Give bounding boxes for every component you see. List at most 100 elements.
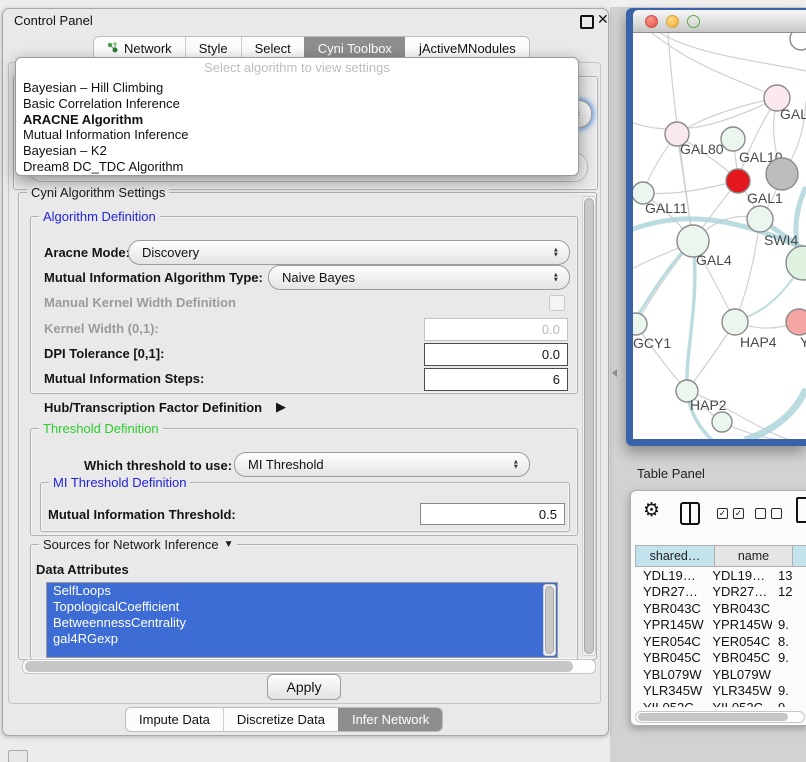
tab-discretize-data[interactable]: Discretize Data (223, 708, 338, 731)
dpi-tolerance-field[interactable]: 0.0 (424, 343, 568, 366)
dpi-tolerance-label: DPI Tolerance [0,1]: (44, 346, 164, 361)
table-cell: YBR045C (704, 650, 772, 667)
table-cell: 8. (772, 633, 806, 650)
network-edge (745, 389, 806, 439)
mi-algorithm-type-combo[interactable]: Naive Bayes▲▼ (268, 265, 570, 290)
attribute-list-item[interactable]: BetweennessCentrality (47, 615, 557, 631)
table-row[interactable]: YLR345WYLR345W9. (635, 683, 806, 700)
kernel-width-label: Kernel Width (0,1): (44, 321, 159, 336)
network-node-label: Y (800, 334, 806, 350)
settings-vertical-scrollbar[interactable] (582, 196, 596, 656)
network-node[interactable] (712, 412, 732, 432)
network-window-titlebar[interactable] (633, 10, 806, 33)
network-canvas[interactable]: GALGAL80GAL10GAL1GAL11SWI4GAL4GCY1HAP4YH… (633, 33, 806, 439)
table-panel-title: Table Panel (637, 466, 705, 481)
network-edge (735, 219, 760, 322)
attributes-vertical-scrollbar[interactable] (543, 584, 556, 656)
export-table-icon[interactable] (796, 497, 806, 523)
collapsed-panel-button[interactable] (8, 750, 28, 762)
table-column-header[interactable]: A (793, 545, 806, 567)
mi-algorithm-type-label: Mutual Information Algorithm Type: (44, 270, 263, 285)
table-row[interactable]: YBL079WYBL079W (635, 666, 806, 683)
close-traffic-light-icon[interactable] (645, 15, 658, 28)
table-cell: 9. (772, 699, 806, 707)
network-node-label: SWI4 (764, 232, 798, 248)
mi-threshold-field[interactable]: 0.5 (420, 503, 565, 525)
which-threshold-label: Which threshold to use: (84, 458, 232, 473)
table-cell: 12 (772, 584, 806, 601)
table-horizontal-scrollbar[interactable] (635, 711, 805, 723)
dropdown-item[interactable]: Mutual Information Inference (16, 127, 578, 143)
table-row[interactable]: YIL052CYIL052C9. (635, 699, 806, 707)
network-view-window: GALGAL80GAL10GAL1GAL11SWI4GAL4GCY1HAP4YH… (626, 8, 806, 446)
desktop: GALGAL80GAL10GAL1GAL11SWI4GAL4GCY1HAP4YH… (0, 0, 806, 762)
table-row[interactable]: YER054CYER054C8. (635, 633, 806, 650)
select-all-checkboxes-icon[interactable]: ✓✓ (717, 508, 744, 519)
network-node-gal10[interactable] (721, 127, 745, 151)
control-panel-title: Control Panel (14, 13, 93, 28)
collapse-arrow-icon[interactable]: ▼ (224, 537, 234, 552)
column-layout-icon[interactable] (680, 502, 700, 525)
table-cell (772, 600, 806, 617)
float-window-icon[interactable] (580, 15, 594, 29)
aracne-mode-combo[interactable]: Discovery▲▼ (128, 240, 570, 265)
cyni-bottom-tabbar: Impute DataDiscretize DataInfer Network (125, 707, 443, 732)
mi-steps-label: Mutual Information Steps: (44, 371, 204, 386)
network-node[interactable] (786, 246, 806, 280)
attribute-list-item[interactable]: SelfLoops (47, 583, 557, 599)
mi-steps-field[interactable]: 6 (424, 368, 568, 391)
dropdown-item[interactable]: Dream8 DC_TDC Algorithm (16, 159, 578, 175)
network-edge (660, 33, 806, 71)
network-node[interactable] (766, 158, 798, 190)
table-cell: YBR043C (704, 600, 772, 617)
table-cell: YBR043C (635, 600, 704, 617)
zoom-traffic-light-icon[interactable] (687, 15, 700, 28)
aracne-mode-label: Aracne Mode: (44, 245, 130, 260)
manual-kernel-width-checkbox[interactable] (549, 295, 565, 311)
table-cell: YPR145W (635, 617, 704, 634)
close-panel-icon[interactable]: ✕ (597, 11, 609, 28)
table-column-header[interactable]: name (715, 545, 793, 567)
network-node-gcy1[interactable] (633, 313, 647, 335)
table-column-header[interactable]: shared… (635, 545, 715, 567)
network-node-swi4[interactable] (747, 206, 773, 232)
table-cell: YER054C (635, 633, 704, 650)
tab-impute-data[interactable]: Impute Data (126, 708, 223, 731)
attribute-list-item[interactable]: gal4RGexp (47, 631, 557, 647)
tab-infer-network[interactable]: Infer Network (338, 708, 442, 731)
table-settings-gear-icon[interactable]: ⚙ (643, 499, 660, 522)
dropdown-item[interactable]: Bayesian – K2 (16, 143, 578, 159)
deselect-all-checkboxes-icon[interactable] (755, 508, 782, 519)
network-icon (107, 41, 119, 56)
table-cell: YBR045C (635, 650, 704, 667)
table-panel-window: ⚙ ✓✓ shared…nameA YDL19…YDL19…13YDR27…YD… (630, 490, 806, 726)
network-node-y[interactable] (786, 309, 806, 335)
table-row[interactable]: YBR045CYBR045C9. (635, 650, 806, 667)
data-attributes-list[interactable]: SelfLoopsTopologicalCoefficientBetweenne… (46, 582, 558, 658)
network-node[interactable] (790, 33, 806, 50)
panel-splitter-arrow-icon[interactable] (612, 369, 617, 377)
attribute-list-item[interactable]: TopologicalCoefficient (47, 599, 557, 615)
algorithm-dropdown-popup: Select algorithm to view settings Bayesi… (15, 57, 579, 176)
kernel-width-field[interactable]: 0.0 (424, 318, 568, 341)
settings-horizontal-scrollbar[interactable] (22, 659, 596, 674)
mi-threshold-label: Mutual Information Threshold: (48, 507, 236, 522)
table-header-row: shared…nameA (635, 545, 806, 567)
apply-button[interactable]: Apply (267, 674, 341, 700)
table-row[interactable]: YDL19…YDL19…13 (635, 567, 806, 584)
table-cell (772, 666, 806, 683)
dropdown-item[interactable]: Basic Correlation Inference (16, 96, 578, 112)
dropdown-item[interactable]: Bayesian – Hill Climbing (16, 80, 578, 96)
network-node-hap4[interactable] (722, 309, 748, 335)
network-node-label: GAL80 (680, 141, 724, 157)
table-row[interactable]: YDR27…YDR27…12 (635, 584, 806, 601)
dropdown-item[interactable]: ARACNE Algorithm (16, 112, 578, 128)
which-threshold-combo[interactable]: MI Threshold▲▼ (234, 452, 530, 477)
table-row[interactable]: YBR043CYBR043C (635, 600, 806, 617)
hub-definition-label[interactable]: Hub/Transcription Factor Definition (44, 400, 262, 415)
expand-arrow-icon[interactable]: ▶ (276, 399, 286, 415)
top-strip (610, 0, 806, 7)
table-cell: YDL19… (635, 567, 704, 584)
minimize-traffic-light-icon[interactable] (666, 15, 679, 28)
table-row[interactable]: YPR145WYPR145W9. (635, 617, 806, 634)
